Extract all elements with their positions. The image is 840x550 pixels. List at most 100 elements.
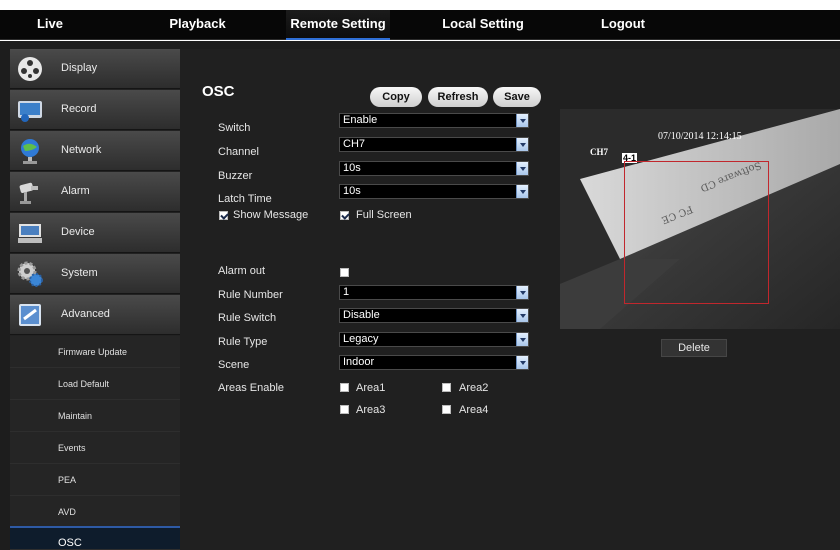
rule-area-box[interactable]	[624, 161, 769, 304]
full-screen-checkbox[interactable]	[340, 211, 349, 220]
show-message-checkbox[interactable]	[219, 211, 228, 220]
rule-switch-select[interactable]: Disable	[339, 308, 529, 323]
page-title: OSC	[202, 83, 235, 100]
areas-enable-label: Areas Enable	[218, 382, 285, 394]
channel-value: CH7	[343, 138, 366, 150]
chevron-down-icon[interactable]	[516, 138, 528, 151]
copy-button[interactable]: Copy	[370, 87, 422, 107]
sidebar-sub-label: PEA	[58, 475, 77, 485]
dvr-app: Live Playback Remote Setting Local Setti…	[0, 0, 840, 550]
channel-select[interactable]: CH7	[339, 137, 529, 152]
buzzer-label: Buzzer	[218, 170, 253, 182]
sidebar-sub-label: Maintain	[58, 411, 93, 421]
chevron-down-icon[interactable]	[516, 333, 528, 346]
rule-type-label: Rule Type	[218, 336, 268, 348]
sidebar-sub-load-default[interactable]: Load Default	[10, 368, 180, 400]
area1-checkbox[interactable]	[340, 383, 349, 392]
network-icon	[21, 139, 39, 164]
buzzer-value: 10s	[343, 162, 361, 174]
rule-number-label: Rule Number	[218, 289, 283, 301]
latch-time-select[interactable]: 10s	[339, 184, 529, 199]
area2-label: Area2	[459, 382, 489, 394]
sidebar-item-alarm[interactable]: Alarm	[10, 172, 180, 212]
chevron-down-icon[interactable]	[516, 356, 528, 369]
chevron-down-icon[interactable]	[516, 162, 528, 175]
rule-number-select[interactable]: 1	[339, 285, 529, 300]
scene-label: Scene	[218, 359, 250, 371]
sidebar-item-label: Network	[61, 144, 102, 156]
nav-live[interactable]: Live	[30, 10, 70, 40]
sidebar-item-label: Display	[61, 62, 98, 74]
osd-channel: CH7	[590, 147, 608, 157]
sidebar-sub-label: AVD	[58, 507, 76, 517]
sidebar-sub-label: OSC	[58, 537, 82, 549]
switch-select[interactable]: Enable	[339, 113, 529, 128]
system-icon	[17, 261, 43, 287]
save-button[interactable]: Save	[493, 87, 541, 107]
sidebar-item-device[interactable]: Device	[10, 213, 180, 253]
area2-checkbox[interactable]	[442, 383, 451, 392]
rule-switch-label: Rule Switch	[218, 312, 277, 324]
scene-select[interactable]: Indoor	[339, 355, 529, 370]
sidebar-sub-osc[interactable]: OSC	[10, 526, 180, 550]
device-icon	[18, 224, 42, 243]
buzzer-select[interactable]: 10s	[339, 161, 529, 176]
sidebar: Display Record Network Alarm Device Syst…	[10, 49, 180, 550]
delete-button[interactable]: Delete	[661, 339, 727, 357]
osd-timestamp: 07/10/2014 12:14:15	[658, 131, 742, 142]
sidebar-item-label: Record	[61, 103, 97, 115]
advanced-icon	[19, 304, 41, 326]
sidebar-item-label: System	[61, 267, 98, 279]
refresh-button[interactable]: Refresh	[428, 87, 488, 107]
area1-label: Area1	[356, 382, 386, 394]
nav-logout[interactable]: Logout	[598, 10, 648, 40]
main-content: OSC Copy Refresh Save Switch Enable Chan…	[180, 49, 840, 550]
chevron-down-icon[interactable]	[516, 286, 528, 299]
camera-preview[interactable]: FC CE Software CD 07/10/2014 12:14:15 CH…	[560, 109, 840, 329]
display-icon	[18, 57, 42, 81]
latch-time-value: 10s	[343, 185, 361, 197]
nav-remote-setting[interactable]: Remote Setting	[286, 10, 390, 40]
sidebar-sub-maintain[interactable]: Maintain	[10, 400, 180, 432]
sidebar-sub-firmware-update[interactable]: Firmware Update	[10, 336, 180, 368]
alarm-out-checkbox[interactable]	[340, 268, 349, 277]
sidebar-item-display[interactable]: Display	[10, 49, 180, 89]
latch-time-label: Latch Time	[218, 193, 272, 205]
rule-type-value: Legacy	[343, 333, 379, 345]
record-icon	[18, 101, 42, 122]
chevron-down-icon[interactable]	[516, 309, 528, 322]
chevron-down-icon[interactable]	[516, 114, 528, 127]
sidebar-item-label: Advanced	[61, 308, 110, 320]
sidebar-item-network[interactable]: Network	[10, 131, 180, 171]
sidebar-item-advanced[interactable]: Advanced	[10, 295, 180, 335]
show-message-label: Show Message	[233, 209, 309, 221]
rule-switch-value: Disable	[343, 309, 380, 321]
sidebar-sub-label: Events	[58, 443, 86, 453]
area4-checkbox[interactable]	[442, 405, 451, 414]
scene-value: Indoor	[343, 356, 375, 368]
chevron-down-icon[interactable]	[516, 185, 528, 198]
sidebar-item-record[interactable]: Record	[10, 90, 180, 130]
sidebar-item-label: Device	[61, 226, 95, 238]
channel-label: Channel	[218, 146, 259, 158]
full-screen-label: Full Screen	[356, 209, 412, 221]
switch-label: Switch	[218, 122, 251, 134]
rule-type-select[interactable]: Legacy	[339, 332, 529, 347]
area4-label: Area4	[459, 404, 489, 416]
switch-value: Enable	[343, 114, 378, 126]
nav-local-setting[interactable]: Local Setting	[438, 10, 528, 40]
top-nav: Live Playback Remote Setting Local Setti…	[0, 10, 840, 40]
sidebar-sub-label: Load Default	[58, 379, 110, 389]
sidebar-item-label: Alarm	[61, 185, 90, 197]
alarm-icon	[19, 182, 38, 204]
area3-checkbox[interactable]	[340, 405, 349, 414]
sidebar-item-system[interactable]: System	[10, 254, 180, 294]
sidebar-sub-events[interactable]: Events	[10, 432, 180, 464]
alarm-out-label: Alarm out	[218, 265, 266, 277]
sidebar-sub-avd[interactable]: AVD	[10, 496, 180, 528]
nav-playback[interactable]: Playback	[165, 10, 230, 40]
sidebar-sub-label: Firmware Update	[58, 347, 128, 357]
rule-number-value: 1	[343, 286, 350, 298]
sidebar-sub-pea[interactable]: PEA	[10, 464, 180, 496]
body-area: Display Record Network Alarm Device Syst…	[0, 41, 840, 550]
